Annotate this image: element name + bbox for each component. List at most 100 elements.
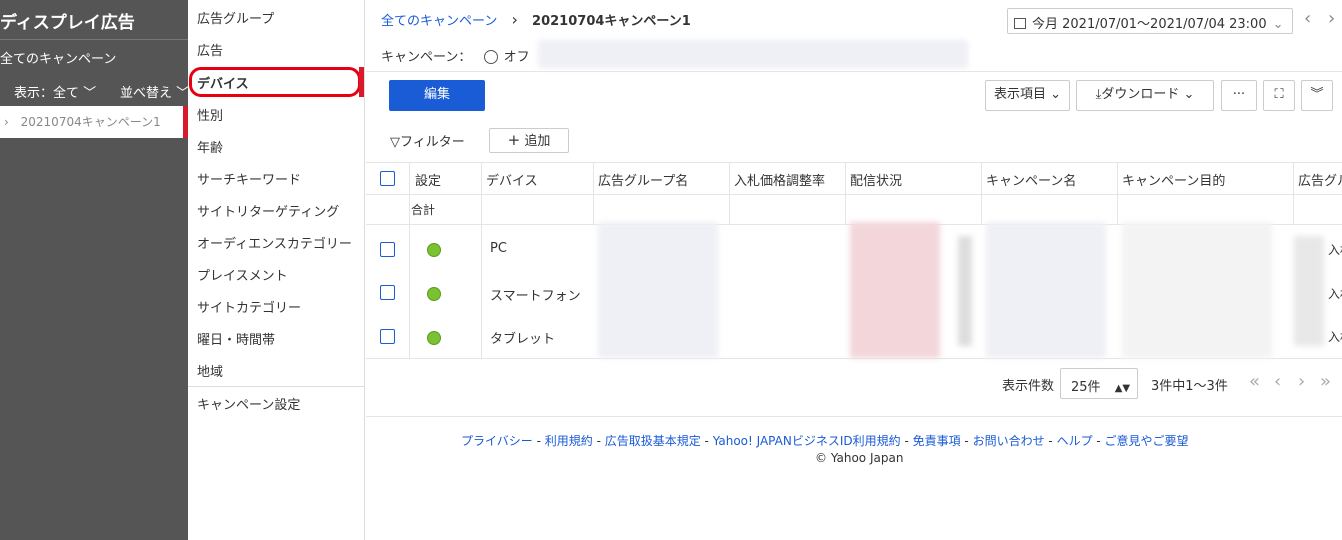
radio-off-icon[interactable] — [483, 50, 498, 64]
col-divider — [981, 162, 982, 224]
menu-item-audience-category[interactable]: オーディエンスカテゴリー — [197, 233, 352, 252]
per-page-label: 表示件数 — [1002, 379, 1055, 394]
partial-cell: 入札 — [1328, 287, 1342, 301]
last-page-icon[interactable]: » — [1320, 371, 1331, 392]
sort-arrows-icon: ▲▼ — [1114, 383, 1131, 394]
double-chevron-down-icon: ︾ — [1310, 87, 1324, 102]
header-campaign-objective[interactable]: キャンペーン目的 — [1122, 170, 1225, 189]
filter-icon: ▽ — [390, 135, 400, 150]
partial-cell: 入札 — [1328, 243, 1342, 257]
view-sort-row: 表示：全て ﹀ 並べ替え ﹀ — [0, 82, 189, 104]
next-page-icon[interactable]: › — [1298, 371, 1305, 392]
menu-item-search-keyword[interactable]: サーチキーワード — [197, 169, 301, 188]
chevron-down-icon: ⌄ — [1179, 87, 1195, 102]
all-campaigns-link[interactable]: 全てのキャンペーン — [0, 48, 116, 67]
chevron-down-icon: ⌄ — [1272, 17, 1284, 32]
sub-menu: 広告グループ 広告 デバイス 性別 年齢 サーチキーワード サイトリターゲティン… — [188, 0, 365, 540]
partial-cell: 入札 — [1328, 330, 1342, 344]
per-page-select[interactable]: 25件 ▲▼ — [1060, 368, 1138, 399]
header-campaign-name[interactable]: キャンペーン名 — [986, 170, 1076, 189]
col-divider — [481, 162, 482, 358]
menu-item-region[interactable]: 地域 — [197, 361, 223, 380]
table-bottom-border — [366, 358, 1342, 359]
header-delivery-status[interactable]: 配信状況 — [850, 170, 902, 189]
menu-item-site-retargeting[interactable]: サイトリターゲティング — [197, 201, 339, 220]
footer-link-ad-policy[interactable]: 広告取扱基本規定 — [605, 434, 701, 448]
first-page-icon[interactable]: « — [1249, 371, 1260, 392]
menu-item-ad-group[interactable]: 広告グループ — [197, 8, 274, 27]
select-all-checkbox[interactable] — [380, 171, 395, 186]
menu-item-campaign-settings[interactable]: キャンペーン設定 — [197, 394, 300, 413]
col-divider — [729, 162, 730, 224]
footer-links: プライバシー - 利用規約 - 広告取扱基本規定 - Yahoo! JAPANビ… — [461, 434, 1189, 448]
display-items-button[interactable]: 表示項目 ⌄ — [985, 80, 1070, 111]
next-period-icon[interactable]: › — [1328, 8, 1335, 29]
footer-link-business-id[interactable]: Yahoo! JAPANビジネスID利用規約 — [713, 434, 901, 448]
campaign-item-label: 20210704キャンペーン1 — [20, 115, 161, 129]
footer-link-contact[interactable]: お問い合わせ — [973, 434, 1045, 448]
add-filter-button[interactable]: + 追加 — [489, 128, 569, 153]
footer-link-feedback[interactable]: ご意見やご要望 — [1105, 434, 1189, 448]
fullscreen-button[interactable]: ⛶ — [1263, 80, 1295, 111]
campaign-status-row: キャンペーン： オフ — [381, 46, 530, 65]
active-indicator — [359, 67, 364, 97]
view-filter-dropdown[interactable]: 表示：全て ﹀ — [14, 82, 96, 101]
breadcrumb-current: 20210704キャンペーン1 — [532, 14, 691, 29]
date-range-picker[interactable]: 今月 2021/07/01〜2021/07/04 23:00 ⌄ — [1007, 8, 1293, 34]
menu-item-day-time[interactable]: 曜日・時間帯 — [197, 329, 275, 348]
device-cell: PC — [490, 241, 507, 256]
more-button[interactable]: ··· — [1221, 80, 1257, 111]
chevron-right-icon: › — [4, 115, 9, 129]
fullscreen-icon: ⛶ — [1274, 87, 1284, 102]
total-label: 合計 — [411, 203, 436, 217]
pagination-range: 3件中1〜3件 — [1151, 379, 1228, 394]
menu-item-placement[interactable]: プレイスメント — [197, 265, 288, 284]
menu-item-gender[interactable]: 性別 — [197, 105, 223, 124]
footer-link-disclaimer[interactable]: 免責事項 — [913, 434, 961, 448]
row-checkbox[interactable] — [380, 329, 395, 344]
status-on-icon[interactable] — [427, 243, 441, 257]
header-device[interactable]: デバイス — [486, 170, 538, 189]
main-content: 全てのキャンペーン › 20210704キャンペーン1 今月 2021/07/0… — [366, 0, 1342, 540]
breadcrumb: 全てのキャンペーン › 20210704キャンペーン1 — [381, 10, 691, 29]
row-checkbox[interactable] — [380, 242, 395, 257]
col-divider — [1117, 162, 1118, 224]
menu-item-age[interactable]: 年齢 — [197, 137, 223, 156]
col-divider — [845, 162, 846, 224]
header-setting[interactable]: 設定 — [415, 170, 441, 189]
header-divider — [366, 71, 1342, 72]
download-button[interactable]: ⤓ダウンロード ⌄ — [1076, 80, 1214, 111]
prev-period-icon[interactable]: ‹ — [1304, 8, 1311, 29]
header-ad-group-name[interactable]: 広告グループ名 — [598, 170, 688, 189]
redacted-cells — [598, 222, 718, 358]
redacted-cells — [1294, 236, 1324, 346]
sidebar-campaign-item[interactable]: › 20210704キャンペーン1 — [0, 106, 188, 138]
table-header-border — [366, 194, 1342, 195]
menu-item-ad[interactable]: 広告 — [197, 40, 223, 59]
menu-item-site-category[interactable]: サイトカテゴリー — [197, 297, 301, 316]
header-bid-adjustment[interactable]: 入札価格調整率 — [734, 170, 825, 189]
app-title: ディスプレイ広告 — [0, 8, 188, 40]
collapse-button[interactable]: ︾ — [1301, 80, 1333, 111]
device-cell: スマートフォン — [490, 289, 581, 304]
table-top-border — [366, 162, 1342, 163]
redacted-cells — [850, 222, 940, 358]
redacted-campaign-info — [538, 40, 968, 68]
left-sidebar: ディスプレイ広告 全てのキャンペーン 表示：全て ﹀ 並べ替え ﹀ › 2021… — [0, 0, 189, 540]
calendar-icon — [1014, 18, 1026, 29]
status-on-icon[interactable] — [427, 331, 441, 345]
menu-item-device[interactable]: デバイス — [197, 73, 249, 92]
row-checkbox[interactable] — [380, 285, 395, 300]
filter-button[interactable]: ▽フィルター — [390, 131, 465, 150]
footer-link-help[interactable]: ヘルプ — [1057, 434, 1093, 448]
breadcrumb-root-link[interactable]: 全てのキャンペーン — [381, 14, 497, 29]
edit-button[interactable]: 編集 — [389, 80, 485, 111]
footer-link-privacy[interactable]: プライバシー — [461, 434, 533, 448]
sort-dropdown[interactable]: 並べ替え ﹀ — [120, 82, 189, 101]
footer-link-terms[interactable]: 利用規約 — [545, 434, 593, 448]
menu-divider — [188, 386, 364, 387]
status-on-icon[interactable] — [427, 287, 441, 301]
prev-page-icon[interactable]: ‹ — [1274, 371, 1281, 392]
header-ad-group-partial[interactable]: 広告グル — [1298, 170, 1342, 189]
plus-icon: + — [507, 131, 521, 149]
